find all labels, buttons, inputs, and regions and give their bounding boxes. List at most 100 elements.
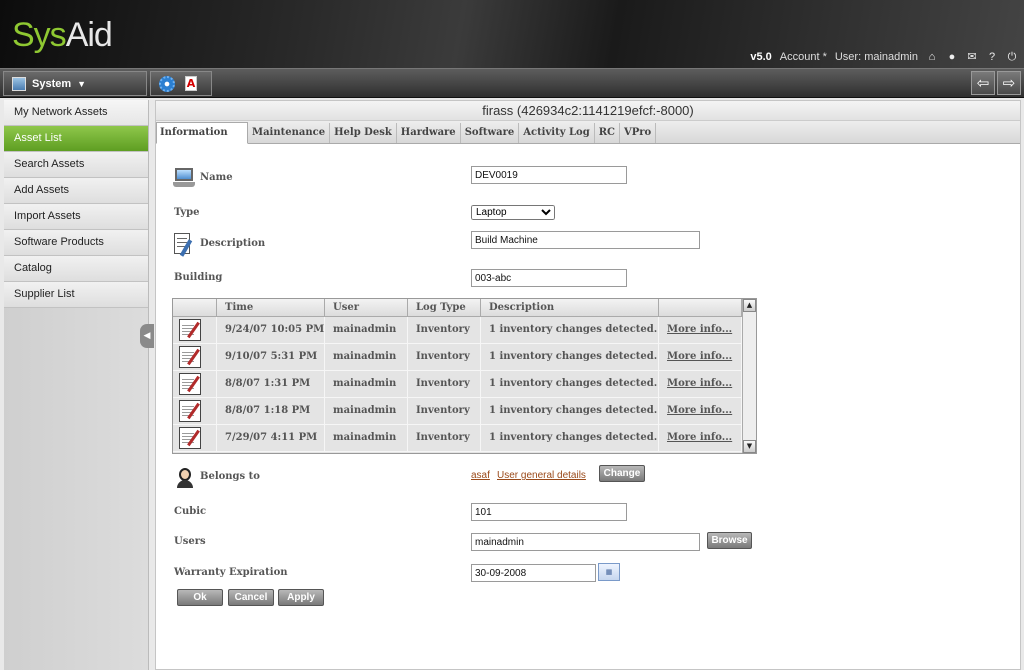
tab-maintenance[interactable]: Maintenance [248,123,331,143]
app-header: SysAid v5.0 Account * User: mainadmin ⌂ … [0,0,1024,68]
apply-button[interactable]: Apply [278,589,324,606]
more-info-link[interactable]: More info... [667,324,732,335]
cell-log-type: Inventory [408,425,481,451]
inventory-log-icon [179,400,201,422]
inventory-log-icon [179,373,201,395]
cell-description: 1 inventory changes detected. [481,371,659,397]
building-label: Building [174,272,223,283]
tab-rc[interactable]: RC [595,123,620,143]
more-info-link[interactable]: More info... [667,432,732,443]
home-icon[interactable]: ⌂ [926,51,938,63]
cell-log-type: Inventory [408,371,481,397]
forward-arrow-icon[interactable]: ⇨ [997,71,1021,95]
belongs-user-link[interactable]: asaf [471,470,490,481]
warranty-expiration-label: Warranty Expiration [174,567,288,578]
settings-gear-icon[interactable] [159,75,175,92]
system-menu-label: System [32,77,72,90]
main-panel: firass (426934c2:1141219efcf:-8000) Info… [155,100,1021,670]
cell-description: 1 inventory changes detected. [481,317,659,343]
cell-user: mainadmin [325,371,408,397]
warranty-date-field[interactable] [471,564,596,582]
column-header-user[interactable]: User [325,299,408,316]
cell-user: mainadmin [325,344,408,370]
power-icon[interactable]: ⏻ [1006,51,1018,63]
ok-button[interactable]: Ok [177,589,223,606]
cubic-label: Cubic [174,506,207,517]
sidebar-collapse-handle[interactable]: ◀ [140,324,154,348]
tab-help-desk[interactable]: Help Desk [330,123,397,143]
type-select[interactable]: Laptop [471,205,555,220]
name-field[interactable] [471,166,627,184]
user-general-details-link[interactable]: User general details [497,470,586,481]
tab-software[interactable]: Software [461,123,520,143]
activity-log-table: Time User Log Type Description 9/24/07 1… [172,298,757,454]
sidebar-item-catalog[interactable]: Catalog [4,256,148,282]
tab-information[interactable]: Information [156,122,248,144]
back-arrow-icon[interactable]: ⇦ [971,71,995,95]
sidebar-item-my-network-assets[interactable]: My Network Assets [4,100,148,126]
tab-bar: Information Maintenance Help Desk Hardwa… [156,121,1020,144]
column-header-log-type[interactable]: Log Type [408,299,481,316]
sidebar: My Network Assets Asset List Search Asse… [4,100,154,670]
description-field[interactable] [471,231,700,249]
sidebar-item-search-assets[interactable]: Search Assets [4,152,148,178]
cell-user: mainadmin [325,398,408,424]
user-avatar-icon [176,468,194,488]
tab-hardware[interactable]: Hardware [397,123,461,143]
table-row: 9/10/07 5:31 PM mainadmin Inventory 1 in… [173,344,756,371]
cell-user: mainadmin [325,317,408,343]
more-info-link[interactable]: More info... [667,405,732,416]
inventory-log-icon [179,427,201,449]
mail-icon[interactable]: ✉ [966,51,978,63]
inventory-log-icon [179,319,201,341]
cancel-button[interactable]: Cancel [228,589,274,606]
column-header-more [659,299,742,316]
help-icon[interactable]: ? [986,51,998,63]
version-label: v5.0 [750,51,772,63]
sidebar-item-supplier-list[interactable]: Supplier List [4,282,148,308]
column-header-description[interactable]: Description [481,299,659,316]
cell-log-type: Inventory [408,344,481,370]
asset-title: firass (426934c2:1141219efcf:-8000) [156,101,1020,121]
main-toolbar: System ▼ A ⇦ ⇨ [0,68,1024,98]
scroll-up-icon[interactable]: ▲ [743,299,756,312]
calendar-icon[interactable]: ▦ [598,563,620,581]
toolbar-icons: A [150,71,212,96]
column-header-time[interactable]: Time [217,299,325,316]
scroll-down-icon[interactable]: ▼ [743,440,756,453]
more-info-link[interactable]: More info... [667,378,732,389]
cell-description: 1 inventory changes detected. [481,425,659,451]
table-header: Time User Log Type Description [173,299,756,317]
cell-user: mainadmin [325,425,408,451]
system-menu-button[interactable]: System ▼ [3,71,147,96]
table-row: 9/24/07 10:05 PM mainadmin Inventory 1 i… [173,317,756,344]
user-label: User: mainadmin [834,51,918,63]
description-icon [172,231,194,257]
name-label: Name [200,172,233,183]
table-scrollbar[interactable]: ▲ ▼ [742,299,756,453]
tab-activity-log[interactable]: Activity Log [519,123,595,143]
cell-log-type: Inventory [408,317,481,343]
cell-time: 7/29/07 4:11 PM [217,425,325,451]
system-icon [12,76,26,91]
person-icon[interactable]: ● [946,51,958,63]
type-label: Type [174,207,200,218]
cell-description: 1 inventory changes detected. [481,398,659,424]
sysaid-logo: SysAid [12,16,113,54]
cubic-field[interactable] [471,503,627,521]
chevron-down-icon: ▼ [77,78,87,89]
tab-vpro[interactable]: VPro [620,123,657,143]
nav-arrows: ⇦ ⇨ [971,71,1021,95]
users-label: Users [174,536,206,547]
users-field[interactable] [471,533,700,551]
building-field[interactable] [471,269,627,287]
browse-button[interactable]: Browse [707,532,752,549]
pdf-icon[interactable]: A [185,76,197,91]
more-info-link[interactable]: More info... [667,351,732,362]
sidebar-item-import-assets[interactable]: Import Assets [4,204,148,230]
sidebar-item-software-products[interactable]: Software Products [4,230,148,256]
sidebar-item-add-assets[interactable]: Add Assets [4,178,148,204]
account-link[interactable]: Account * [780,51,827,63]
sidebar-item-asset-list[interactable]: Asset List [4,126,148,152]
change-button[interactable]: Change [599,465,645,482]
